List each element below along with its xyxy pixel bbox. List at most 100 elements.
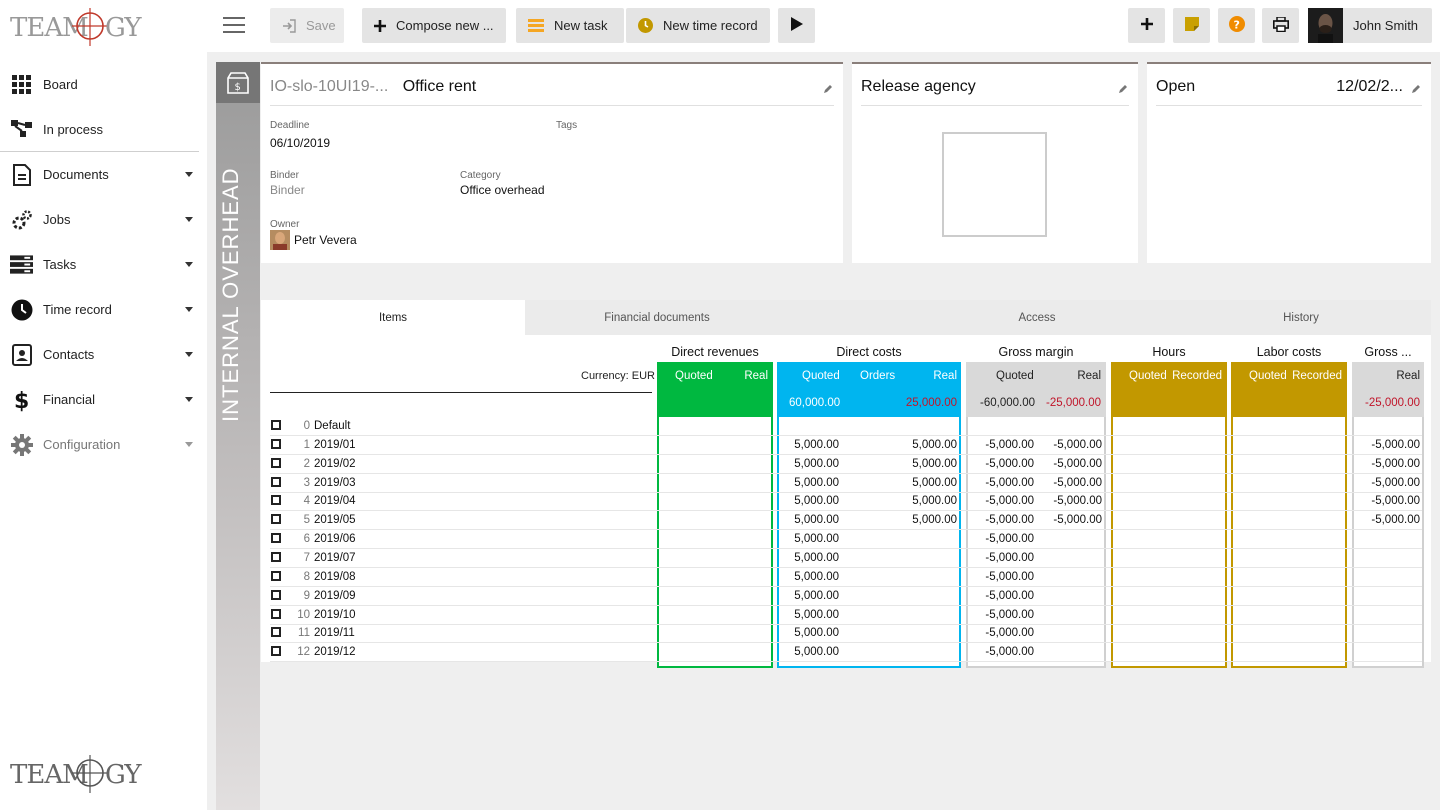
binder-value[interactable]: Binder xyxy=(270,183,305,197)
hours-title: Hours xyxy=(1152,345,1186,359)
nav-time-record[interactable]: Time record xyxy=(0,287,207,332)
chevron-down-icon[interactable] xyxy=(185,442,193,447)
chevron-down-icon[interactable] xyxy=(185,262,193,267)
top-toolbar: Save Compose new ... New task New time r… xyxy=(207,0,1440,52)
table-row[interactable]: 12 2019/12 5,000.00 -5,000.00 xyxy=(270,643,1422,663)
chevron-down-icon[interactable] xyxy=(185,397,193,402)
row-checkbox[interactable] xyxy=(271,608,281,619)
col-real[interactable]: Real xyxy=(1396,370,1420,382)
col-quoted[interactable]: Quoted xyxy=(1249,370,1287,382)
nav-financial[interactable]: $ Financial xyxy=(0,377,207,422)
table-row[interactable]: 1 2019/01 5,000.00 5,000.00 -5,000.00 -5,000.… xyxy=(270,436,1422,455)
row-number: 12 xyxy=(297,646,310,659)
col-recorded[interactable]: Recorded xyxy=(1172,370,1222,382)
table-row[interactable]: 2 2019/02 5,000.00 5,000.00 -5,000.00 -5,000.… xyxy=(270,455,1422,474)
row-checkbox[interactable] xyxy=(271,514,281,525)
row-name[interactable]: 2019/12 xyxy=(314,646,356,658)
chevron-down-icon[interactable] xyxy=(185,217,193,222)
user-menu[interactable]: John Smith xyxy=(1308,8,1432,43)
row-checkbox[interactable] xyxy=(271,476,281,487)
teamogy-logo[interactable]: TEAM GY xyxy=(8,6,143,48)
row-name[interactable]: 2019/02 xyxy=(314,458,356,470)
col-recorded[interactable]: Recorded xyxy=(1292,370,1342,382)
row-name[interactable]: 2019/08 xyxy=(314,571,356,583)
help-button[interactable]: ? xyxy=(1218,8,1255,43)
row-name[interactable]: 2019/11 xyxy=(314,627,355,639)
play-button[interactable] xyxy=(778,8,815,43)
table-row[interactable]: 3 2019/03 5,000.00 5,000.00 -5,000.00 -5,000.… xyxy=(270,474,1422,493)
row-checkbox[interactable] xyxy=(271,551,281,562)
save-button[interactable]: Save xyxy=(270,8,344,43)
compose-new-button[interactable]: Compose new ... xyxy=(362,8,506,43)
nav-tasks[interactable]: Tasks xyxy=(0,242,207,287)
row-name[interactable]: Default xyxy=(314,420,350,432)
owner-value[interactable]: Petr Vevera xyxy=(294,233,357,247)
table-row[interactable]: 6 2019/06 5,000.00 -5,000.00 xyxy=(270,530,1422,550)
row-checkbox[interactable] xyxy=(271,533,281,544)
col-quoted[interactable]: Quoted xyxy=(1129,370,1167,382)
row-checkbox[interactable] xyxy=(271,589,281,600)
table-row[interactable]: 0 Default xyxy=(270,417,1422,436)
nav-contacts[interactable]: Contacts xyxy=(0,332,207,377)
hours-total xyxy=(1111,389,1227,417)
row-name[interactable]: 2019/03 xyxy=(314,477,356,489)
gm-real-cell: -5,000.00 xyxy=(1053,495,1102,508)
edit-pencil-icon[interactable] xyxy=(1411,82,1421,97)
nav-in-process[interactable]: In process xyxy=(0,107,199,152)
col-real[interactable]: Real xyxy=(744,370,768,382)
row-name[interactable]: 2019/06 xyxy=(314,533,356,545)
nav-configuration[interactable]: Configuration xyxy=(0,422,207,467)
col-quoted[interactable]: Quoted xyxy=(802,370,840,382)
nav-board[interactable]: Board xyxy=(0,62,207,107)
nav-label: Contacts xyxy=(43,347,95,362)
col-quoted[interactable]: Quoted xyxy=(996,370,1034,382)
dc-real-cell: 5,000.00 xyxy=(912,457,957,470)
row-name[interactable]: 2019/07 xyxy=(314,552,356,564)
row-checkbox[interactable] xyxy=(271,627,281,638)
new-task-button[interactable]: New task xyxy=(516,8,624,43)
tab-access[interactable]: Access xyxy=(906,300,1168,335)
table-row[interactable]: 5 2019/05 5,000.00 5,000.00 -5,000.00 -5,000.… xyxy=(270,511,1422,531)
nav-jobs[interactable]: Jobs xyxy=(0,197,207,242)
row-checkbox[interactable] xyxy=(271,570,281,581)
dc-real-cell: 5,000.00 xyxy=(912,476,957,489)
col-real[interactable]: Real xyxy=(1077,370,1101,382)
row-name[interactable]: 2019/04 xyxy=(314,495,356,507)
add-button[interactable] xyxy=(1128,8,1165,43)
edit-pencil-icon[interactable] xyxy=(823,82,833,97)
table-row[interactable]: 10 2019/10 5,000.00 -5,000.00 xyxy=(270,606,1422,625)
row-checkbox[interactable] xyxy=(271,646,281,657)
binder-label: Binder xyxy=(270,170,299,181)
row-checkbox[interactable] xyxy=(271,457,281,468)
edit-pencil-icon[interactable] xyxy=(1118,82,1128,97)
row-name[interactable]: 2019/09 xyxy=(314,590,356,602)
tab-items[interactable]: Items xyxy=(261,300,525,335)
tab-financial-documents[interactable]: Financial documents xyxy=(525,300,789,335)
sticky-note-button[interactable] xyxy=(1173,8,1210,43)
row-checkbox[interactable] xyxy=(271,420,281,430)
chevron-down-icon[interactable] xyxy=(185,172,193,177)
col-orders[interactable]: Orders xyxy=(860,370,895,382)
row-name[interactable]: 2019/10 xyxy=(314,609,356,621)
row-checkbox[interactable] xyxy=(271,495,281,506)
table-row[interactable]: 9 2019/09 5,000.00 -5,000.00 xyxy=(270,587,1422,606)
table-row[interactable]: 4 2019/04 5,000.00 5,000.00 -5,000.00 -5,000.… xyxy=(270,492,1422,512)
table-row[interactable]: 11 2019/11 5,000.00 -5,000.00 xyxy=(270,624,1422,644)
new-time-record-button[interactable]: New time record xyxy=(626,8,770,43)
col-real[interactable]: Real xyxy=(933,370,957,382)
row-name[interactable]: 2019/05 xyxy=(314,514,356,526)
row-name[interactable]: 2019/01 xyxy=(314,439,356,451)
tab-history[interactable]: History xyxy=(1169,300,1433,335)
chevron-down-icon[interactable] xyxy=(185,352,193,357)
dc-quoted-cell: 5,000.00 xyxy=(794,646,839,659)
deadline-value[interactable]: 06/10/2019 xyxy=(270,136,330,150)
hamburger-menu-icon[interactable] xyxy=(223,14,245,36)
category-value[interactable]: Office overhead xyxy=(460,183,545,197)
col-quoted[interactable]: Quoted xyxy=(675,370,713,382)
print-button[interactable] xyxy=(1262,8,1299,43)
chevron-down-icon[interactable] xyxy=(185,307,193,312)
row-checkbox[interactable] xyxy=(271,438,281,449)
table-row[interactable]: 7 2019/07 5,000.00 -5,000.00 xyxy=(270,549,1422,568)
table-row[interactable]: 8 2019/08 5,000.00 -5,000.00 xyxy=(270,568,1422,587)
nav-documents[interactable]: Documents xyxy=(0,152,207,197)
